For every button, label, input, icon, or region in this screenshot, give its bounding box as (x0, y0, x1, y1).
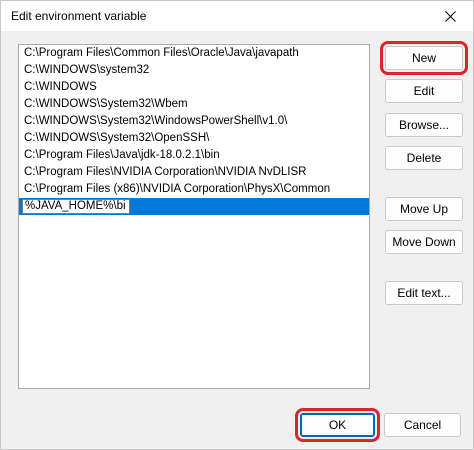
browse-button[interactable]: Browse... (385, 113, 463, 137)
edit-button[interactable]: Edit (385, 79, 463, 103)
new-button[interactable]: New (380, 41, 468, 75)
close-button[interactable] (427, 1, 473, 31)
edit-env-var-dialog: Edit environment variable C:\Program Fil… (0, 0, 474, 450)
cancel-button[interactable]: Cancel (384, 413, 461, 437)
path-list-item[interactable]: C:\Program Files\Common Files\Oracle\Jav… (19, 45, 369, 62)
path-list-item[interactable]: C:\Program Files (x86)\NVIDIA Corporatio… (19, 181, 369, 198)
path-list-item[interactable]: C:\WINDOWS\system32 (19, 62, 369, 79)
delete-button[interactable]: Delete (385, 146, 463, 170)
title-bar: Edit environment variable (1, 1, 473, 31)
close-icon (444, 10, 456, 22)
path-list-item[interactable]: C:\Program Files\NVIDIA Corporation\NVID… (19, 164, 369, 181)
path-list-item[interactable]: C:\Program Files\Java\jdk-18.0.2.1\bin (19, 147, 369, 164)
path-list-item-editing[interactable] (19, 198, 369, 215)
path-list-item[interactable]: C:\WINDOWS (19, 79, 369, 96)
move-up-button[interactable]: Move Up (385, 197, 463, 221)
dialog-title: Edit environment variable (11, 9, 147, 23)
path-list-item[interactable]: C:\WINDOWS\System32\WindowsPowerShell\v1… (19, 113, 369, 130)
path-list-item[interactable]: C:\WINDOWS\System32\OpenSSH\ (19, 130, 369, 147)
path-list-item[interactable]: C:\WINDOWS\System32\Wbem (19, 96, 369, 113)
path-list[interactable]: C:\Program Files\Common Files\Oracle\Jav… (18, 44, 370, 389)
ok-button[interactable]: OK (295, 408, 380, 442)
move-down-button[interactable]: Move Down (385, 230, 463, 254)
path-edit-input[interactable] (22, 199, 130, 214)
edit-text-button[interactable]: Edit text... (385, 281, 463, 305)
